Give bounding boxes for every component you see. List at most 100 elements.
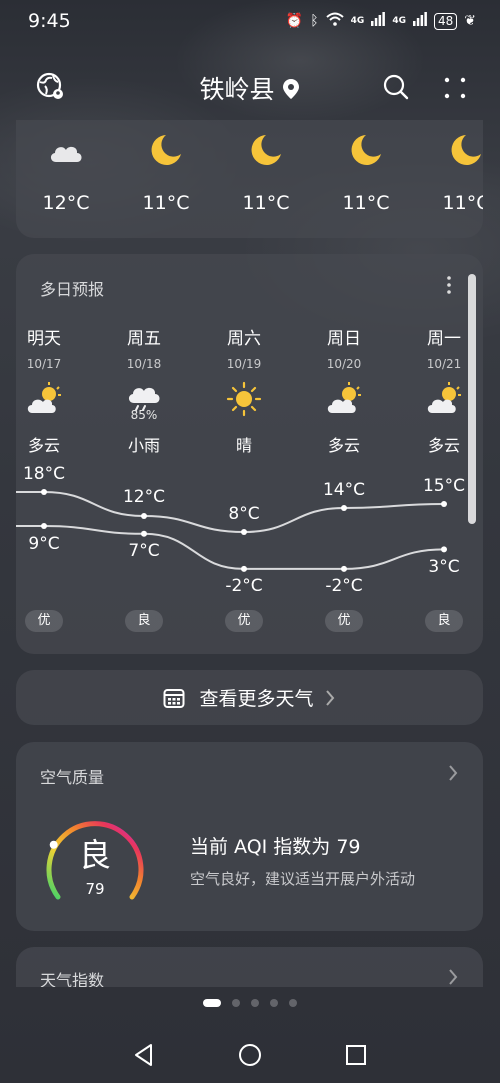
partly-cloudy-icon <box>424 381 464 417</box>
aqi-advice: 空气良好，建议适当开展户外活动 <box>190 870 416 888</box>
low-temp-label: 9°C <box>28 534 60 554</box>
day-date: 10/19 <box>226 357 262 371</box>
weather-index-title: 天气指数 <box>40 971 105 987</box>
chevron-right-icon <box>320 688 336 710</box>
page-dot[interactable] <box>270 999 278 1007</box>
day-date: 10/20 <box>326 357 362 371</box>
aqi-badge: 良 <box>425 610 463 632</box>
moon-icon <box>146 132 186 168</box>
more-weather-button[interactable]: 查看更多天气 <box>16 670 483 725</box>
hour-temp: 11°C <box>442 192 483 214</box>
air-quality-title: 空气质量 <box>40 768 105 787</box>
day-date: 10/21 <box>426 357 462 371</box>
back-icon[interactable] <box>131 1042 157 1068</box>
page-indicator[interactable] <box>0 999 500 1007</box>
day-date: 10/18 <box>126 357 162 371</box>
day-condition: 多云 <box>327 436 360 455</box>
aqi-description: 当前 AQI 指数为 79 <box>190 836 361 858</box>
low-temp-label: -2°C <box>225 576 263 596</box>
city-title[interactable]: 铁岭县 <box>0 70 500 106</box>
day-condition: 多云 <box>27 436 60 455</box>
alarm-icon: ⏰ <box>285 13 304 29</box>
day-item[interactable]: 周日 10/20 多云 <box>294 324 394 455</box>
aqi-badge: 优 <box>225 610 263 632</box>
bluetooth-icon: ᛒ <box>310 13 319 29</box>
page-dot[interactable] <box>289 999 297 1007</box>
search-icon[interactable] <box>382 73 410 101</box>
aqi-level: 良 <box>78 836 111 874</box>
day-name: 周日 <box>327 329 361 349</box>
high-temp-label: 15°C <box>422 476 465 496</box>
page-dot[interactable] <box>232 999 240 1007</box>
day-condition: 多云 <box>427 436 460 455</box>
status-bar: 9:45 ⏰ ᛒ 4G 4G 48 ❦ <box>0 0 500 44</box>
hour-temp: 11°C <box>242 192 290 214</box>
aqi-badge: 良 <box>125 610 163 632</box>
day-condition: 晴 <box>235 436 252 455</box>
moon-icon <box>346 132 386 168</box>
partly-cloudy-icon <box>324 381 364 417</box>
location-pin-icon <box>282 75 300 104</box>
low-temp-label: -2°C <box>325 576 363 596</box>
calendar-icon <box>163 687 185 709</box>
air-quality-card[interactable]: 空气质量 良 79 当前 AQI 指数为 79 空气良好，建议适当开展户外活动 <box>16 742 483 931</box>
low-temp-point <box>141 530 147 537</box>
more-weather-label: 查看更多天气 <box>199 688 314 710</box>
high-temp-label: 12°C <box>122 487 165 507</box>
hour-temp: 12°C <box>42 192 90 214</box>
day-name: 周一 <box>427 329 461 349</box>
aqi-badge: 优 <box>325 610 363 632</box>
hour-temp: 11°C <box>342 192 390 214</box>
page-dot[interactable] <box>203 999 221 1007</box>
weather-index-card[interactable]: 天气指数 <box>16 947 483 987</box>
more-menu-icon[interactable] <box>443 72 467 102</box>
leaf-icon: ❦ <box>464 13 476 29</box>
low-temp-label: 7°C <box>128 541 160 561</box>
day-item[interactable]: 周五 10/18 85% 小雨 <box>94 324 194 455</box>
daily-forecast-card[interactable]: 多日预报 明天 10/17 多云 周五 10/18 85% 小雨 周六 10/1… <box>16 254 483 654</box>
day-item[interactable]: 周一 10/21 多云 <box>394 324 483 455</box>
high-temp-point <box>41 489 47 495</box>
status-time: 9:45 <box>28 10 71 32</box>
hour-temp: 11°C <box>142 192 190 214</box>
low-temp-label: 3°C <box>428 557 460 577</box>
high-temp-point <box>441 501 447 507</box>
aqi-badge: 优 <box>25 610 63 632</box>
status-icons: ⏰ ᛒ 4G 4G 48 ❦ <box>286 12 476 30</box>
city-name: 铁岭县 <box>199 75 275 104</box>
chevron-right-icon[interactable] <box>446 762 460 784</box>
page-dot[interactable] <box>251 999 259 1007</box>
wifi-icon <box>326 12 344 30</box>
recents-icon[interactable] <box>343 1042 369 1068</box>
aqi-value: 79 <box>85 880 105 898</box>
sun-icon <box>224 381 264 417</box>
hourly-forecast-card[interactable]: 12°C 11°C 11°C 11°C 11°C <box>16 120 483 238</box>
signal-icon-2 <box>412 12 427 30</box>
day-date: 10/17 <box>26 357 62 371</box>
high-temp-label: 14°C <box>322 480 365 500</box>
high-temp-label: 18°C <box>22 464 65 484</box>
signal-icon-1 <box>371 12 386 30</box>
battery-icon: 48 <box>433 12 458 30</box>
day-item[interactable]: 明天 10/17 多云 <box>16 324 94 455</box>
day-name: 周五 <box>127 329 161 349</box>
day-condition: 小雨 <box>127 436 160 455</box>
moon-icon <box>446 132 483 168</box>
high-temp-label: 8°C <box>228 504 260 524</box>
chevron-right-icon[interactable] <box>446 967 460 987</box>
day-item[interactable]: 周六 10/19 晴 <box>194 324 294 455</box>
high-temp-point <box>241 529 247 535</box>
low-temp-point <box>41 523 47 529</box>
day-name: 明天 <box>27 329 61 349</box>
moon-icon <box>246 132 286 168</box>
low-temp-point <box>241 565 247 572</box>
signal-label-1: 4G <box>350 16 365 26</box>
home-icon[interactable] <box>237 1042 263 1068</box>
high-temp-point <box>341 505 347 511</box>
day-name: 周六 <box>227 329 261 349</box>
cloud-icon <box>46 132 86 168</box>
signal-label-2: 4G <box>392 16 406 26</box>
system-nav-bar <box>0 1030 500 1083</box>
precipitation-chance: 85% <box>130 408 158 422</box>
low-temp-point <box>341 565 347 572</box>
